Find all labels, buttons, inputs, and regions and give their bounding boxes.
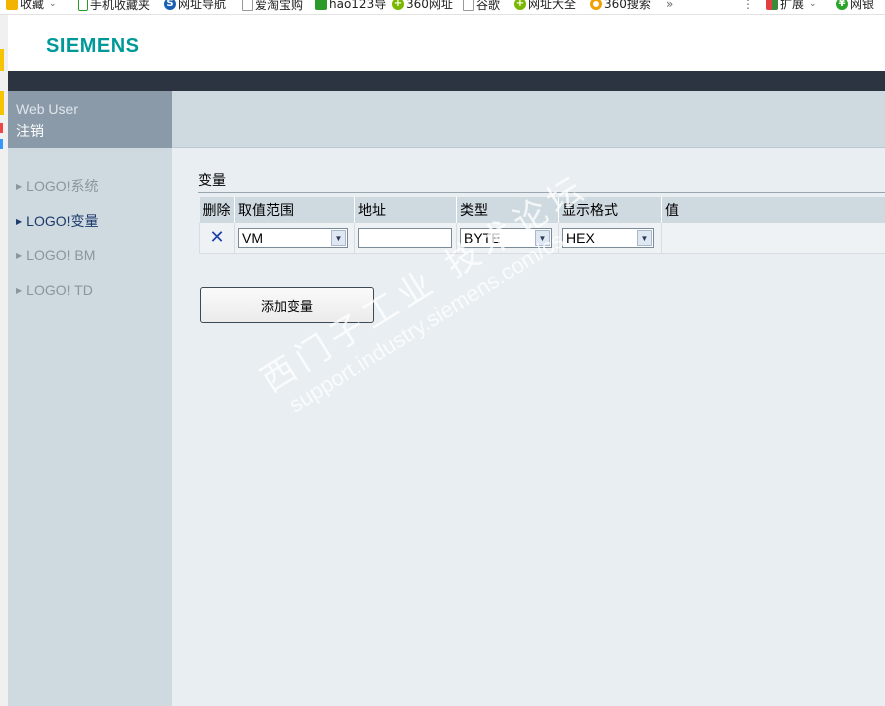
browser-side-strip bbox=[0, 15, 8, 706]
star-icon bbox=[6, 0, 18, 10]
doc-icon bbox=[463, 0, 474, 11]
bookmarks-more-icon[interactable]: » bbox=[666, 0, 673, 10]
chevron-down-icon: ▼ bbox=[535, 230, 550, 246]
bookmark-directory[interactable]: + 网址大全 bbox=[514, 0, 576, 10]
triangle-right-icon: ▶ bbox=[16, 286, 23, 295]
sidebar-item-logo-variables[interactable]: ▶ LOGO!变量 bbox=[16, 211, 99, 231]
ring-icon bbox=[590, 0, 602, 10]
plus-icon: + bbox=[514, 0, 526, 10]
address-cell bbox=[354, 223, 457, 254]
format-select-value: HEX bbox=[566, 230, 595, 246]
page-header: SIEMENS bbox=[8, 15, 885, 71]
main-content: 变量 删除 取值范围 地址 类型 显示格式 值 ✕ VM ▼ BYTE ▼ HE… bbox=[172, 148, 885, 706]
extensions-label: 扩展 bbox=[780, 0, 805, 11]
bookmark-label: 360搜索 bbox=[604, 0, 651, 11]
header-dark-bar bbox=[8, 71, 885, 91]
range-select[interactable]: VM ▼ bbox=[238, 228, 348, 248]
sidebar-item-label: LOGO! BM bbox=[26, 247, 96, 263]
bookmark-google[interactable]: 谷歌 bbox=[463, 0, 500, 11]
bookmark-hao123[interactable]: hao123导 bbox=[315, 0, 386, 10]
content-banner bbox=[172, 91, 885, 148]
bookmark-label: 网址导航 bbox=[178, 0, 227, 11]
bookmark-nav[interactable]: S 网址导航 bbox=[164, 0, 226, 10]
table-row: ✕ VM ▼ BYTE ▼ HEX ▼ bbox=[199, 223, 885, 254]
table-header-row: 删除 取值范围 地址 类型 显示格式 值 bbox=[199, 197, 885, 223]
format-select[interactable]: HEX ▼ bbox=[562, 228, 654, 248]
column-header-delete: 删除 bbox=[199, 197, 235, 223]
bookmark-label: 网址大全 bbox=[528, 0, 577, 11]
add-variable-button[interactable]: 添加变量 bbox=[200, 287, 374, 323]
sidebar-item-label: LOGO!变量 bbox=[26, 213, 99, 229]
address-input[interactable] bbox=[358, 228, 452, 248]
type-cell: BYTE ▼ bbox=[456, 223, 559, 254]
chevron-down-icon: ▼ bbox=[637, 230, 652, 246]
bookmark-label: 360网址 bbox=[406, 0, 453, 11]
extensions-button[interactable]: 扩展 ⌄ bbox=[766, 0, 817, 10]
extensions-icon bbox=[766, 0, 778, 10]
user-label: Web User bbox=[16, 101, 78, 117]
bookmark-360-search[interactable]: 360搜索 bbox=[590, 0, 651, 10]
menu-dots-icon[interactable]: ⋮ bbox=[742, 0, 754, 10]
delete-cell: ✕ bbox=[199, 223, 235, 254]
variables-table: 删除 取值范围 地址 类型 显示格式 值 ✕ VM ▼ BYTE ▼ HEX ▼ bbox=[199, 197, 885, 254]
sidebar-item-logo-bm[interactable]: ▶ LOGO! BM bbox=[16, 247, 95, 263]
triangle-right-icon: ▶ bbox=[16, 251, 23, 260]
sidebar-item-label: LOGO!系统 bbox=[26, 178, 99, 194]
chevron-down-icon: ▼ bbox=[331, 230, 346, 246]
bookmark-360-sites[interactable]: + 360网址 bbox=[392, 0, 453, 10]
bookmark-label: 爱淘宝购 bbox=[255, 0, 304, 12]
online-bank-label: 网银 bbox=[850, 0, 875, 11]
side-strip-marker bbox=[0, 139, 3, 149]
user-panel: Web User 注销 bbox=[8, 91, 172, 148]
format-cell: HEX ▼ bbox=[558, 223, 662, 254]
sidebar-item-logo-system[interactable]: ▶ LOGO!系统 bbox=[16, 176, 99, 196]
column-header-type: 类型 bbox=[456, 197, 559, 223]
bookmark-label: 收藏 bbox=[20, 0, 45, 11]
plus-icon: + bbox=[392, 0, 404, 10]
bookmark-mobile-favorites[interactable]: 手机收藏夹 bbox=[78, 0, 150, 11]
column-header-address: 地址 bbox=[354, 197, 457, 223]
side-strip-marker bbox=[0, 91, 4, 115]
range-cell: VM ▼ bbox=[234, 223, 355, 254]
siemens-logo: SIEMENS bbox=[46, 35, 140, 57]
type-select[interactable]: BYTE ▼ bbox=[460, 228, 552, 248]
bookmark-label: 手机收藏夹 bbox=[90, 0, 151, 12]
bookmark-favorites[interactable]: 收藏 ⌄ bbox=[6, 0, 57, 10]
triangle-right-icon: ▶ bbox=[16, 217, 23, 226]
s-logo-icon: S bbox=[164, 0, 176, 10]
sidebar-item-label: LOGO! TD bbox=[26, 282, 93, 298]
bookmark-label: 谷歌 bbox=[476, 0, 501, 12]
sidebar-nav: ▶ LOGO!系统 ▶ LOGO!变量 ▶ LOGO! BM ▶ LOGO! TD bbox=[8, 148, 172, 706]
bookmark-taobao[interactable]: 爱淘宝购 bbox=[242, 0, 303, 11]
value-cell bbox=[661, 223, 885, 254]
section-title: 变量 bbox=[198, 173, 226, 189]
side-strip-marker bbox=[0, 123, 3, 133]
column-header-value: 值 bbox=[661, 197, 885, 223]
bookmark-label: hao123导 bbox=[329, 0, 387, 11]
section-divider bbox=[198, 192, 885, 193]
delete-x-icon[interactable]: ✕ bbox=[203, 228, 231, 248]
logout-link[interactable]: 注销 bbox=[16, 121, 44, 141]
range-select-value: VM bbox=[242, 230, 263, 246]
chevron-down-icon: ⌄ bbox=[809, 0, 817, 9]
column-header-format: 显示格式 bbox=[558, 197, 662, 223]
phone-icon bbox=[78, 0, 88, 11]
type-select-value: BYTE bbox=[464, 230, 501, 246]
side-strip-marker bbox=[0, 49, 4, 71]
hao-icon bbox=[315, 0, 327, 10]
chevron-down-icon: ⌄ bbox=[49, 0, 57, 9]
triangle-right-icon: ▶ bbox=[16, 182, 23, 191]
online-bank-button[interactable]: ¥ 网银 bbox=[836, 0, 874, 10]
yen-icon: ¥ bbox=[836, 0, 848, 10]
column-header-range: 取值范围 bbox=[234, 197, 355, 223]
bookmarks-bar: 收藏 ⌄ 手机收藏夹 S 网址导航 爱淘宝购 hao123导 + 360网址 谷… bbox=[0, 0, 885, 15]
sidebar-item-logo-td[interactable]: ▶ LOGO! TD bbox=[16, 282, 93, 298]
doc-icon bbox=[242, 0, 253, 11]
